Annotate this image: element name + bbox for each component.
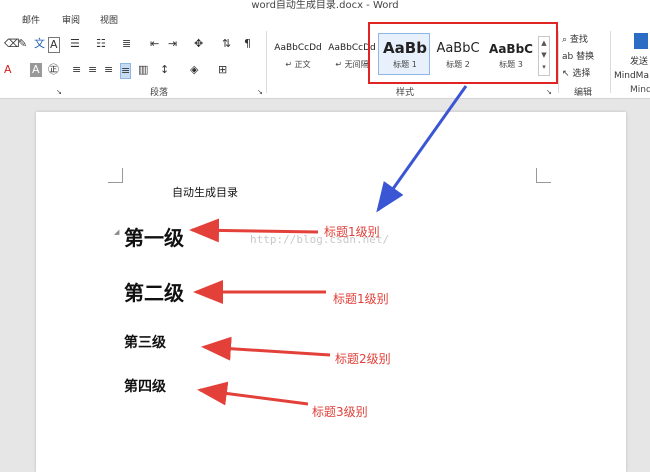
find-button[interactable]: ⌕ 查找: [562, 33, 588, 47]
collapse-icon[interactable]: ◢: [114, 228, 119, 236]
styles-highlight-box: [368, 22, 558, 84]
distributed-icon[interactable]: ▥: [138, 63, 148, 77]
heading-level-3: 第四级: [124, 379, 166, 395]
font-dialog-launcher-icon[interactable]: ↘: [56, 85, 62, 99]
style-normal[interactable]: AaBbCcDd ↵ 正文: [272, 39, 324, 70]
numbering-icon[interactable]: ☷: [96, 37, 106, 51]
heading-level-1b: 第二级: [124, 281, 184, 305]
send-label[interactable]: 发送: [630, 55, 648, 69]
heading-level-2: 第三级: [124, 335, 166, 351]
annotation-label: 标题2级别: [335, 352, 391, 366]
sort-icon[interactable]: ⇅: [222, 37, 231, 51]
replace-button[interactable]: ab 替换: [562, 50, 594, 64]
select-icon: ↖: [562, 69, 573, 79]
group-separator: [558, 31, 559, 93]
paragraph-dialog-launcher-icon[interactable]: ↘: [257, 85, 263, 99]
margin-corner-mark: [536, 168, 551, 183]
borders-icon[interactable]: ⊞: [218, 63, 227, 77]
tab-review[interactable]: 审阅: [62, 13, 80, 26]
chinese-layout-icon[interactable]: ✥: [194, 37, 203, 51]
align-center-icon[interactable]: ≡: [88, 63, 97, 77]
decrease-indent-icon[interactable]: ⇤: [150, 37, 159, 51]
line-spacing-icon[interactable]: ↕: [160, 63, 169, 77]
group-separator: [610, 31, 611, 93]
replace-icon: ab: [562, 52, 577, 62]
char-border-icon[interactable]: 文: [34, 37, 45, 51]
window-title: word自动生成目录.docx - Word: [251, 0, 399, 10]
phonetic-guide-icon[interactable]: ✎: [18, 37, 27, 51]
enclose-icon[interactable]: ㊣: [48, 63, 59, 77]
editing-group-label: 编辑: [574, 88, 593, 98]
tab-mailings[interactable]: 邮件: [22, 13, 40, 26]
paragraph-group-label: 段落: [150, 88, 169, 98]
find-icon: ⌕: [562, 35, 570, 45]
heading-level-1: 第一级: [124, 226, 184, 250]
title-bar: word自动生成目录.docx - Word: [0, 0, 650, 10]
char-shading-icon[interactable]: A: [30, 63, 42, 77]
font-color-icon[interactable]: A: [4, 63, 12, 77]
select-button[interactable]: ↖ 选择: [562, 67, 590, 81]
group-separator: [266, 31, 267, 93]
styles-dialog-launcher-icon[interactable]: ↘: [546, 85, 552, 99]
annotation-label: 标题3级别: [312, 405, 368, 419]
mindmap-label[interactable]: MindMa: [614, 69, 649, 83]
mind-group-label: Mind: [630, 85, 650, 95]
enclose-char-icon[interactable]: A: [48, 37, 60, 53]
mindmap-icon[interactable]: [634, 33, 648, 49]
annotation-label: 标题1级别: [333, 292, 389, 306]
show-marks-icon[interactable]: ¶: [244, 37, 251, 51]
multilevel-list-icon[interactable]: ≣: [122, 37, 131, 51]
styles-group-label: 样式: [396, 88, 415, 98]
increase-indent-icon[interactable]: ⇥: [168, 37, 177, 51]
tab-view[interactable]: 视图: [100, 13, 118, 26]
bullets-icon[interactable]: ☰: [70, 37, 80, 51]
align-left-icon[interactable]: ≡: [72, 63, 81, 77]
annotation-label: 标题1级别: [324, 225, 380, 239]
align-right-icon[interactable]: ≡: [104, 63, 113, 77]
justify-icon[interactable]: ≡: [120, 63, 132, 79]
intro-text: 自动生成目录: [172, 186, 238, 199]
margin-corner-mark: [108, 168, 123, 183]
shading-icon[interactable]: ◈: [190, 63, 198, 77]
